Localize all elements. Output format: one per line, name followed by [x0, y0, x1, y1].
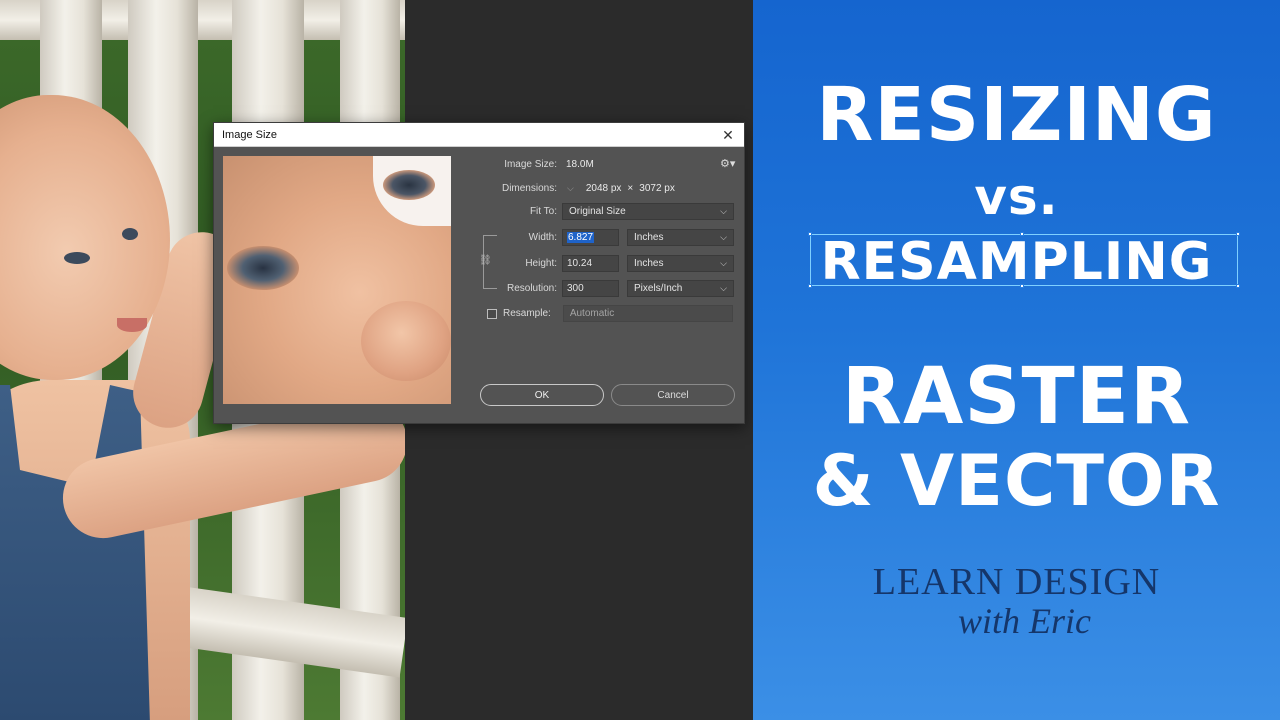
close-icon[interactable]: ✕: [720, 128, 736, 142]
ok-button[interactable]: OK: [480, 384, 604, 406]
width-value: 6.827: [567, 232, 595, 243]
fit-to-select[interactable]: Original Size ⌵: [562, 203, 734, 220]
selection-handle: [1020, 284, 1024, 288]
gear-icon[interactable]: ⚙▾: [720, 157, 735, 170]
banner-line-raster: RASTER: [841, 352, 1192, 442]
banner-line-vs: vs.: [974, 168, 1059, 226]
selection-handle: [1236, 284, 1240, 288]
chevron-down-icon: ⌵: [720, 283, 727, 293]
resolution-unit-value: Pixels/Inch: [634, 283, 683, 294]
banner-line-resampling-wrap: RESAMPLING: [753, 232, 1280, 292]
width-unit-value: Inches: [634, 232, 664, 243]
fit-to-label: Fit To:: [529, 206, 557, 217]
chevron-down-icon: ⌵: [720, 206, 727, 216]
title-banner: RESIZING vs. RESAMPLING RASTER & VECTOR …: [753, 0, 1280, 720]
cancel-button[interactable]: Cancel: [611, 384, 735, 406]
resample-checkbox[interactable]: [487, 308, 497, 319]
preview-eye: [383, 170, 435, 200]
chevron-down-icon: ⌵: [720, 232, 727, 242]
height-unit-value: Inches: [634, 258, 664, 269]
resample-method-value: Automatic: [569, 308, 615, 319]
baby-eye: [122, 228, 138, 240]
resolution-label: Resolution:: [506, 283, 557, 294]
height-unit-select[interactable]: Inches ⌵: [627, 255, 734, 272]
banner-line-resizing: RESIZING: [816, 72, 1217, 158]
dimensions-height: 3072 px: [639, 183, 675, 194]
baby-eye: [64, 252, 90, 264]
resolution-value: 300: [567, 283, 584, 294]
resolution-unit-select[interactable]: Pixels/Inch ⌵: [627, 280, 734, 297]
selection-handle: [808, 284, 812, 288]
fit-to-value: Original Size: [569, 206, 626, 217]
dialog-title: Image Size: [222, 128, 278, 141]
selection-handle: [1020, 232, 1024, 236]
image-size-label: Image Size:: [504, 159, 557, 170]
resample-method-select[interactable]: Automatic: [562, 305, 733, 322]
resample-label: Resample:: [503, 308, 551, 319]
dimensions-times: ×: [627, 183, 634, 194]
dimensions-label: Dimensions:: [501, 183, 557, 194]
width-unit-select[interactable]: Inches ⌵: [627, 229, 734, 246]
baby-mouth: [117, 318, 147, 332]
image-preview[interactable]: [223, 156, 451, 404]
width-label: Width:: [528, 232, 557, 243]
width-input[interactable]: 6.827: [562, 229, 619, 246]
chevron-down-icon[interactable]: ⌵: [567, 183, 574, 194]
height-value: 10.24: [567, 258, 593, 269]
selection-handle: [808, 232, 812, 236]
logo-learn-design: LEARN DESIGN: [872, 561, 1161, 603]
preview-nose: [361, 301, 451, 381]
image-size-value: 18.0M: [566, 159, 594, 170]
height-label: Height:: [525, 258, 557, 269]
resolution-input[interactable]: 300: [562, 280, 619, 297]
chevron-down-icon: ⌵: [720, 258, 727, 268]
height-input[interactable]: 10.24: [562, 255, 619, 272]
dimensions-width: 2048 px: [585, 183, 622, 194]
preview-eye: [227, 246, 299, 290]
banner-line-vector: & VECTOR: [812, 440, 1221, 522]
text-selection-box: [808, 232, 1240, 288]
logo-with-eric: with Eric: [958, 601, 1091, 641]
selection-handle: [1236, 232, 1240, 236]
image-size-dialog: Image Size ✕ Image Size: 18.0M ⚙▾ Dimens…: [213, 122, 745, 424]
dialog-titlebar: Image Size ✕: [214, 123, 744, 147]
